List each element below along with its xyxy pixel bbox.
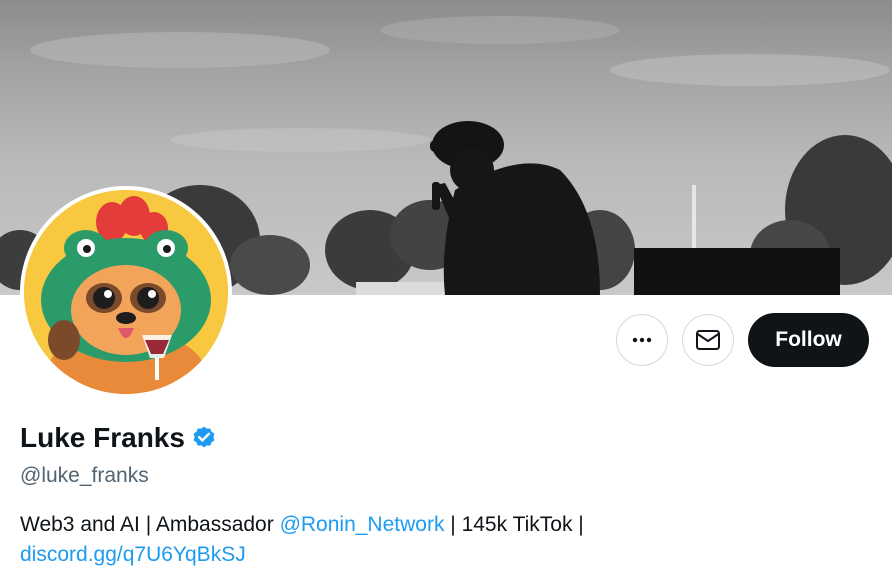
follow-button[interactable]: Follow <box>748 313 869 367</box>
bio-text-part2: | 145k TikTok | <box>444 513 584 536</box>
bio-text-part1: Web3 and AI | Ambassador <box>20 513 280 536</box>
display-name: Luke Franks <box>20 422 185 453</box>
envelope-icon <box>696 330 720 350</box>
profile-avatar[interactable] <box>20 186 232 398</box>
verified-badge-icon[interactable] <box>191 425 217 451</box>
avatar-illustration <box>24 190 228 394</box>
bio-mention-link[interactable]: @Ronin_Network <box>280 513 445 536</box>
bio-external-link[interactable]: discord.gg/q7U6YqBkSJ <box>20 543 246 566</box>
ellipsis-icon <box>632 337 652 343</box>
profile-handle: @luke_franks <box>20 464 149 487</box>
profile-name-row: Luke Franks <box>20 422 217 454</box>
more-options-button[interactable] <box>616 314 668 366</box>
profile-bio: Web3 and AI | Ambassador @Ronin_Network … <box>20 510 880 570</box>
message-button[interactable] <box>682 314 734 366</box>
